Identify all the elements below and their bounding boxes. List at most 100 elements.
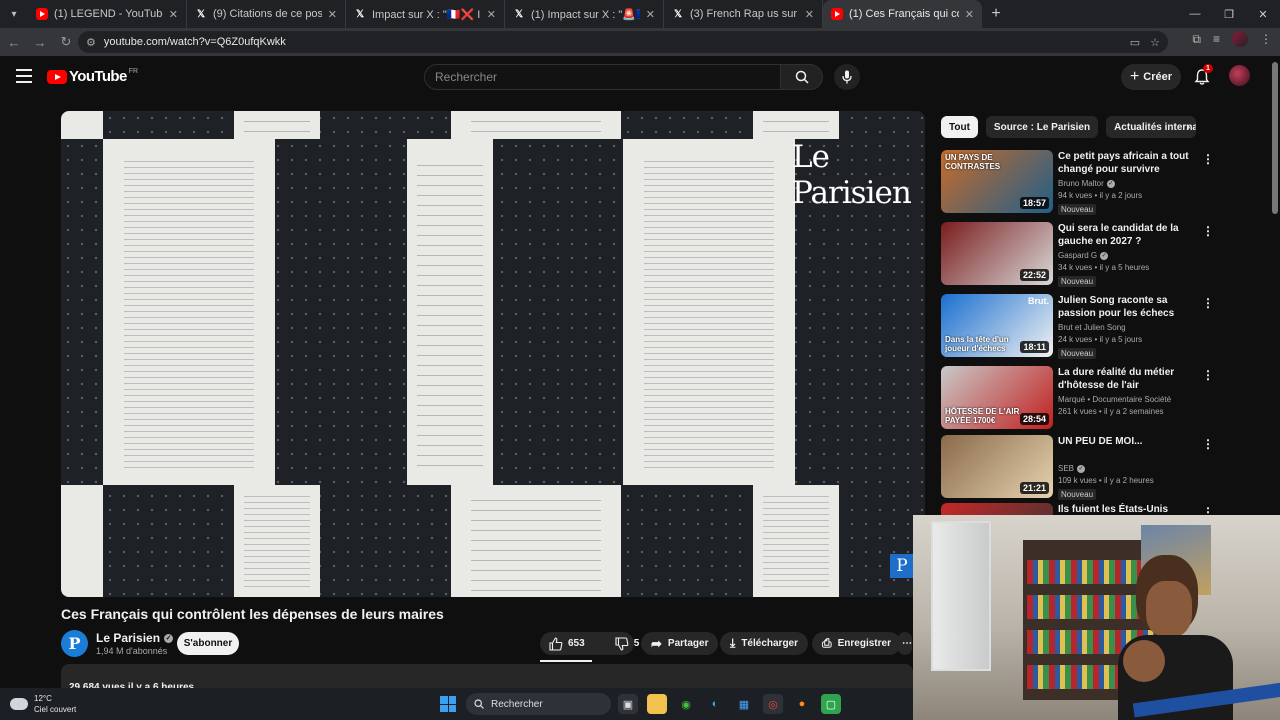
download-button[interactable]: ⤓ Télécharger — [720, 632, 809, 655]
restore-icon[interactable]: ❐ — [1212, 0, 1246, 28]
back-icon[interactable]: ← — [2, 30, 26, 54]
recommended-video-title[interactable]: Julien Song raconte sa passion pour les … — [1058, 294, 1198, 320]
recommended-video[interactable]: Dans la tête d'un joueur d'échecs Brut. 18… — [941, 294, 1214, 359]
browser-tab[interactable]: (1) Ces Français qui contrôlent ✕ — [823, 0, 982, 28]
video-duration: 28:54 — [1019, 413, 1049, 425]
edge-icon[interactable]: ◐ — [705, 694, 725, 714]
share-button[interactable]: ➦ Partager — [641, 632, 719, 655]
file-explorer-icon[interactable] — [647, 694, 667, 714]
channel-name[interactable]: Le Parisien ✓ — [96, 631, 174, 645]
minimize-icon[interactable]: — — [1178, 0, 1212, 28]
close-tab-icon[interactable]: ✕ — [487, 8, 496, 21]
tab-search-icon[interactable]: ▾ — [0, 0, 28, 28]
chip-all[interactable]: Tout — [941, 116, 978, 138]
browser-menu-icon[interactable]: ⋮ — [1260, 32, 1272, 46]
more-options-icon[interactable]: ⋮ — [1202, 368, 1214, 382]
weather-widget[interactable]: 12°C Ciel couvert — [10, 693, 76, 715]
x-icon: 𝕏 — [514, 8, 524, 20]
thumbnail-text: UN PAYS DE CONTRASTES — [945, 153, 1001, 171]
account-avatar[interactable] — [1229, 65, 1250, 86]
recommended-video[interactable]: 21:21 UN PEU DE MOI... SEB ✓ 109 k vues • il… — [941, 435, 1214, 500]
close-tab-icon[interactable]: ✕ — [965, 8, 974, 21]
taskbar-search-label: Rechercher — [491, 698, 543, 710]
video-frame-receipt — [753, 485, 839, 597]
webcam-overlay — [913, 515, 1280, 720]
video-thumbnail[interactable]: 22:52 — [941, 222, 1053, 285]
store-icon[interactable]: ▦ — [734, 694, 754, 714]
recommended-channel[interactable]: Gaspard G ✓ — [1058, 251, 1109, 260]
search-button[interactable] — [781, 64, 823, 90]
video-frame-receipt — [234, 485, 320, 597]
youtube-logo[interactable]: YouTube FR — [47, 68, 138, 85]
close-tab-icon[interactable]: ✕ — [328, 8, 337, 21]
menu-icon[interactable] — [16, 69, 32, 83]
create-button[interactable]: + Créer — [1121, 64, 1181, 90]
close-window-icon[interactable]: ✕ — [1246, 0, 1280, 28]
browser-tab[interactable]: 𝕏 (1) Impact sur X : "🚨🇫🇷 ALERTE ✕ — [505, 0, 664, 28]
close-tab-icon[interactable]: ✕ — [169, 8, 178, 21]
media-controls-icon[interactable]: ≡ — [1213, 32, 1220, 46]
like-button[interactable]: 653 — [540, 632, 594, 655]
recommended-channel[interactable]: SEB ✓ — [1058, 464, 1086, 473]
profile-avatar[interactable] — [1232, 31, 1248, 47]
more-options-icon[interactable]: ⋮ — [1202, 224, 1214, 238]
bookmark-star-icon[interactable]: ☆ — [1150, 36, 1160, 49]
task-view-icon[interactable]: ▣ — [618, 694, 638, 714]
scrollbar-thumb[interactable] — [1272, 62, 1278, 214]
recommended-video[interactable]: UN PAYS DE CONTRASTES 18:57 Ce petit pays … — [941, 150, 1214, 215]
browser-tab[interactable]: (1) LEGEND - YouTube ✕ — [28, 0, 187, 28]
more-options-icon[interactable]: ⋮ — [1202, 152, 1214, 166]
browser-tab[interactable]: 𝕏 (9) Citations de ce post / X ✕ — [187, 0, 346, 28]
url-field[interactable]: ⚙ youtube.com/watch?v=Q6Z0ufqKwkk ▭ ☆ — [78, 31, 1168, 53]
voice-search-button[interactable] — [834, 64, 860, 90]
taskbar-search[interactable]: Rechercher — [466, 693, 611, 715]
firefox-icon[interactable]: ● — [792, 694, 812, 714]
thumbs-down-icon — [615, 636, 629, 651]
search-input[interactable]: Rechercher — [424, 64, 781, 90]
browser-tab[interactable]: 𝕏 (3) French Rap us sur X : "@Fre ✕ — [664, 0, 823, 28]
tab-label: (1) LEGEND - YouTube — [54, 8, 163, 20]
channel-avatar[interactable]: P — [61, 630, 88, 657]
new-tab-button[interactable]: + — [982, 5, 1010, 23]
verified-icon: ✓ — [164, 633, 174, 643]
chevron-right-icon[interactable]: › — [1186, 119, 1190, 134]
close-tab-icon[interactable]: ✕ — [646, 8, 655, 21]
video-thumbnail[interactable]: Dans la tête d'un joueur d'échecs Brut. 18… — [941, 294, 1053, 357]
recommended-channel[interactable]: Brut et Julien Song — [1058, 323, 1126, 332]
recommended-channel[interactable]: Bruno Maltor ✓ — [1058, 179, 1115, 188]
more-options-icon[interactable]: ⋮ — [1202, 437, 1214, 451]
recommended-channel-name: SEB — [1058, 464, 1075, 473]
chip-source[interactable]: Source : Le Parisien — [985, 116, 1099, 138]
extensions-icon[interactable]: ⧉ — [1192, 32, 1201, 47]
chrome-icon[interactable]: ◎ — [763, 694, 783, 714]
app-icon[interactable]: ▢ — [821, 694, 841, 714]
save-playlist-icon: ⎙ — [822, 636, 832, 650]
video-player[interactable]: Le Parisien P — [61, 111, 925, 597]
site-info-icon[interactable]: ⚙ — [86, 36, 96, 49]
forward-icon[interactable]: → — [28, 30, 52, 54]
recommended-channel[interactable]: Marqué • Documentaire Société — [1058, 395, 1171, 404]
close-tab-icon[interactable]: ✕ — [805, 8, 814, 21]
more-actions-button[interactable]: ⋯ — [898, 632, 912, 655]
cast-icon[interactable]: ▭ — [1130, 36, 1140, 49]
recommended-video-title[interactable]: La dure réalité du métier d'hôtesse de l… — [1058, 366, 1198, 392]
subscribe-button[interactable]: S'abonner — [177, 632, 239, 655]
new-badge: Nouveau — [1058, 204, 1097, 215]
recommended-video[interactable]: HÔTESSE DE L'AIR PAYÉE 1700€ 28:54 La dure… — [941, 366, 1214, 430]
chip-news[interactable]: Actualités internati — [1106, 116, 1197, 138]
video-thumbnail[interactable]: HÔTESSE DE L'AIR PAYÉE 1700€ 28:54 — [941, 366, 1053, 429]
video-thumbnail[interactable]: UN PAYS DE CONTRASTES 18:57 — [941, 150, 1053, 213]
save-button[interactable]: ⎙ Enregistrer — [812, 632, 901, 655]
recommended-video[interactable]: 22:52 Qui sera le candidat de la gauche e… — [941, 222, 1214, 287]
recommended-video-title[interactable]: UN PEU DE MOI... — [1058, 435, 1198, 448]
recommended-video-title[interactable]: Ce petit pays africain a tout changé pou… — [1058, 150, 1198, 176]
share-icon: ➦ — [651, 635, 662, 651]
browser-tab[interactable]: 𝕏 Impact sur X : "🇫🇷❌ INSOLITE ✕ — [346, 0, 505, 28]
more-options-icon[interactable]: ⋮ — [1202, 296, 1214, 310]
windows-start-icon[interactable] — [440, 696, 456, 712]
reload-icon[interactable]: ↻ — [54, 30, 78, 54]
video-thumbnail[interactable]: 21:21 — [941, 435, 1053, 498]
xbox-icon[interactable]: ◉ — [676, 694, 696, 714]
tab-label: (1) Impact sur X : "🚨🇫🇷 ALERTE — [531, 8, 640, 21]
recommended-video-title[interactable]: Qui sera le candidat de la gauche en 202… — [1058, 222, 1198, 248]
